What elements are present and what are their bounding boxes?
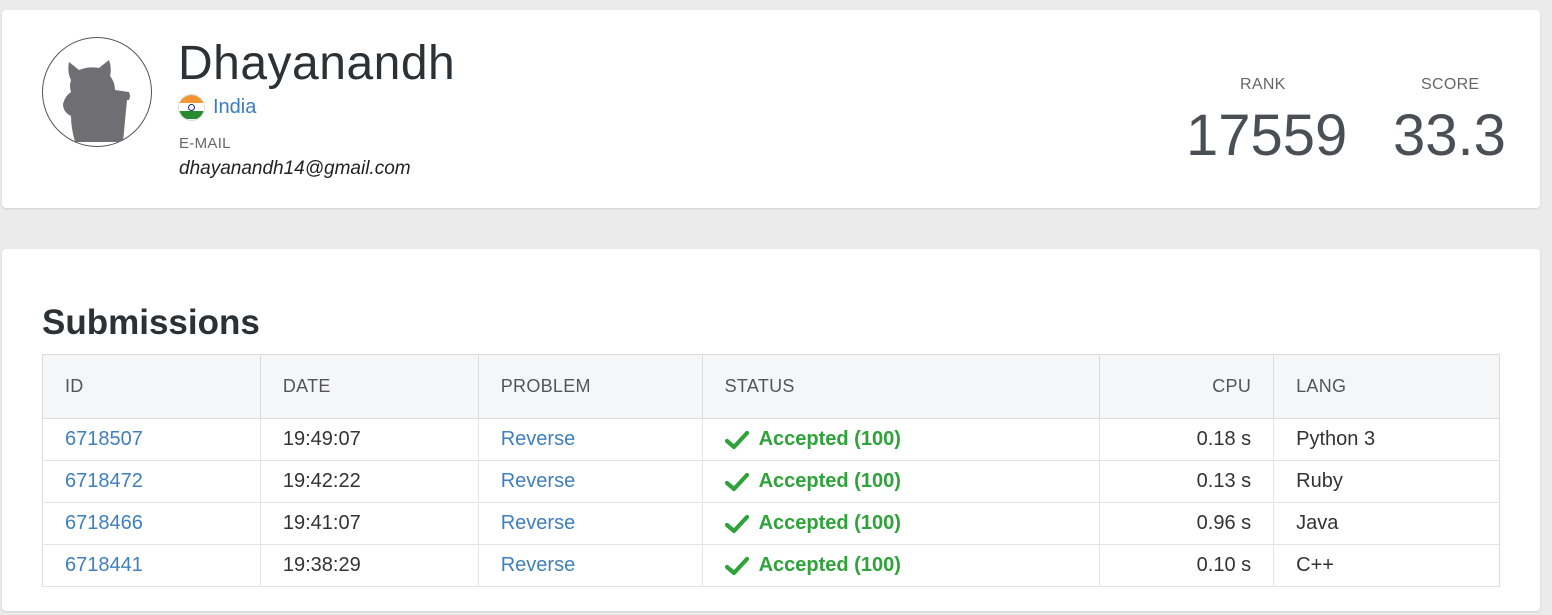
status-badge: Accepted (100) — [724, 419, 1078, 460]
problem-link[interactable]: Reverse — [501, 428, 575, 450]
submission-id-cell: 6718441 — [42, 544, 261, 587]
submission-id-cell: 6718507 — [42, 418, 261, 461]
submissions-card: Submissions ID DATE PROBLEM STATUS CPU L… — [2, 249, 1540, 611]
problem-cell: Reverse — [478, 418, 703, 461]
problem-cell: Reverse — [478, 502, 703, 545]
submission-id-cell: 6718466 — [42, 502, 261, 545]
score-label: SCORE — [1421, 76, 1480, 93]
submission-id-link[interactable]: 6718472 — [65, 470, 143, 492]
status-cell: Accepted (100) — [702, 544, 1101, 587]
submission-date: 19:42:22 — [260, 460, 479, 503]
language: Python 3 — [1273, 418, 1500, 461]
cpu-time: 0.18 s — [1099, 418, 1275, 461]
problem-link[interactable]: Reverse — [501, 512, 575, 534]
submission-date: 19:38:29 — [260, 544, 479, 587]
status-cell: Accepted (100) — [702, 502, 1101, 545]
rank-label: RANK — [1240, 76, 1286, 93]
column-header-lang[interactable]: LANG — [1273, 354, 1500, 419]
checkmark-icon — [724, 472, 749, 491]
language: Java — [1273, 502, 1500, 545]
submission-id-link[interactable]: 6718507 — [65, 428, 143, 450]
table-row: 6718441 19:38:29 Reverse Accepted (100) 0.10… — [42, 544, 1500, 587]
rank-value: 17559 — [1186, 103, 1348, 168]
status-text: Accepted (100) — [758, 470, 901, 492]
country-link[interactable]: India — [213, 96, 256, 119]
table-row: 6718466 19:41:07 Reverse Accepted (100) 0.96… — [42, 502, 1500, 545]
submissions-title: Submissions — [42, 303, 260, 342]
checkmark-icon — [724, 430, 749, 449]
status-badge: Accepted (100) — [724, 503, 1078, 544]
checkmark-icon — [724, 514, 749, 533]
status-text: Accepted (100) — [758, 512, 901, 534]
india-flag-icon — [178, 93, 205, 121]
problem-cell: Reverse — [478, 544, 703, 587]
checkmark-icon — [724, 556, 749, 575]
column-header-problem[interactable]: PROBLEM — [478, 354, 703, 419]
problem-cell: Reverse — [478, 460, 703, 503]
status-cell: Accepted (100) — [702, 418, 1101, 461]
avatar — [42, 37, 152, 147]
column-header-id[interactable]: ID — [42, 354, 261, 419]
column-header-cpu[interactable]: CPU — [1099, 354, 1275, 419]
country[interactable]: India — [178, 93, 256, 121]
submission-date: 19:41:07 — [260, 502, 479, 545]
column-header-date[interactable]: DATE — [260, 354, 479, 419]
problem-link[interactable]: Reverse — [501, 470, 575, 492]
column-header-status[interactable]: STATUS — [702, 354, 1101, 419]
cpu-time: 0.96 s — [1099, 502, 1275, 545]
table-header-row: ID DATE PROBLEM STATUS CPU LANG — [42, 354, 1500, 419]
submission-id-link[interactable]: 6718466 — [65, 512, 143, 534]
status-text: Accepted (100) — [758, 554, 901, 576]
language: Ruby — [1273, 460, 1500, 503]
status-badge: Accepted (100) — [724, 545, 1078, 586]
status-badge: Accepted (100) — [724, 461, 1078, 502]
email-label: E-MAIL — [179, 135, 231, 152]
cpu-time: 0.10 s — [1099, 544, 1275, 587]
submission-id-link[interactable]: 6718441 — [65, 554, 143, 576]
cat-silhouette-icon — [63, 60, 130, 142]
cpu-time: 0.13 s — [1099, 460, 1275, 503]
status-cell: Accepted (100) — [702, 460, 1101, 503]
submission-id-cell: 6718472 — [42, 460, 261, 503]
score-value: 33.3 — [1393, 103, 1506, 168]
email-value: dhayanandh14@gmail.com — [179, 158, 411, 179]
submission-date: 19:49:07 — [260, 418, 479, 461]
table-row: 6718507 19:49:07 Reverse Accepted (100) 0.18… — [42, 418, 1500, 461]
submissions-table: ID DATE PROBLEM STATUS CPU LANG 6718507 1… — [42, 354, 1500, 587]
problem-link[interactable]: Reverse — [501, 554, 575, 576]
profile-name: Dhayanandh — [178, 37, 456, 90]
profile-card: Dhayanandh India E-MAIL dhayanandh14@gma… — [2, 10, 1540, 208]
status-text: Accepted (100) — [758, 428, 901, 450]
table-row: 6718472 19:42:22 Reverse Accepted (100) 0.13… — [42, 460, 1500, 503]
language: C++ — [1273, 544, 1500, 587]
